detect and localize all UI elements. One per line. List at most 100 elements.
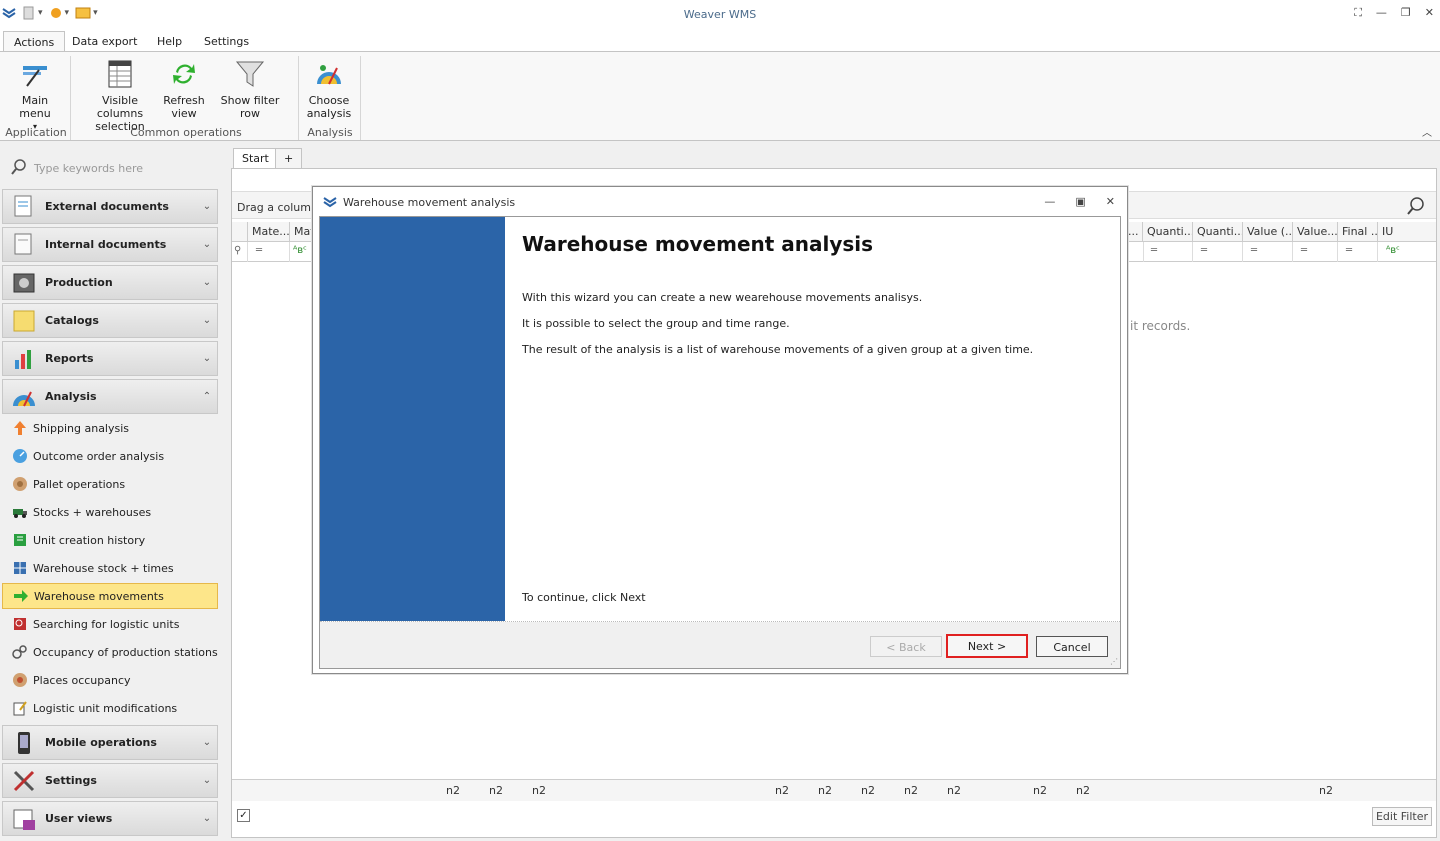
edit-filter-button[interactable]: Edit Filter <box>1371 807 1432 826</box>
sidebar-search[interactable]: Type keywords here <box>10 158 210 178</box>
app-title: Weaver WMS <box>683 8 757 21</box>
book-icon <box>14 534 26 546</box>
refresh-view-label: Refresh view <box>163 94 205 120</box>
column-header[interactable]: Mate... <box>248 222 290 242</box>
tab-start[interactable]: Start <box>233 148 278 169</box>
filter-equals-icon[interactable]: ═ <box>1193 242 1243 262</box>
dialog-title: Warehouse movement analysis <box>343 195 516 209</box>
sidebar-group-settings[interactable]: Settings ⌄ <box>2 763 218 798</box>
main-menu-button[interactable]: Main menu ▾ <box>6 58 64 133</box>
places-icon <box>13 673 27 687</box>
tab-add[interactable]: + <box>275 148 303 169</box>
sidebar-group-reports[interactable]: Reports ⌄ <box>2 341 218 376</box>
no-records-message: it records. <box>1130 319 1191 333</box>
cancel-button[interactable]: Cancel <box>1036 636 1108 657</box>
sidebar-group-production[interactable]: Production ⌄ <box>2 265 218 300</box>
filter-equals-icon[interactable]: ═ <box>1338 242 1378 262</box>
next-button[interactable]: Next > <box>946 634 1028 658</box>
show-filter-row-label: Show filter row <box>220 94 280 120</box>
refresh-icon <box>168 58 200 90</box>
sidebar-group-catalogs[interactable]: Catalogs ⌄ <box>2 303 218 338</box>
ribbon-separator <box>298 56 299 140</box>
refresh-view-button[interactable]: Refresh view <box>162 58 206 120</box>
minimize-icon[interactable]: — <box>1044 195 1055 208</box>
column-header[interactable]: Mat <box>290 222 312 242</box>
sidebar-item-occupancy-production-stations[interactable]: Occupancy of production stations <box>2 639 218 665</box>
filter-cell[interactable] <box>1127 242 1144 262</box>
sidebar-item-searching-logistic-units[interactable]: Searching for logistic units <box>2 611 218 637</box>
tab-settings[interactable]: Settings <box>194 31 259 52</box>
navigation-sidebar: Type keywords here External documents ⌄ … <box>0 142 222 841</box>
sidebar-group-label: Mobile operations <box>45 736 157 749</box>
filter-text-icon[interactable]: ᴬʙᶜ <box>290 242 312 262</box>
footer-summary: n2 <box>947 784 961 797</box>
filter-equals-icon[interactable]: ═ <box>1143 242 1193 262</box>
sidebar-item-outcome-order-analysis[interactable]: Outcome order analysis <box>2 443 218 469</box>
wizard-content: Warehouse movement analysis With this wi… <box>505 217 1120 621</box>
sidebar-group-internal-documents[interactable]: Internal documents ⌄ <box>2 227 218 262</box>
footer-summary: n2 <box>1319 784 1333 797</box>
sidebar-item-logistic-unit-modifications[interactable]: Logistic unit modifications <box>2 695 218 721</box>
grid-search-icon[interactable] <box>1406 196 1426 219</box>
tab-data-export[interactable]: Data export <box>62 31 147 52</box>
tab-help[interactable]: Help <box>147 31 192 52</box>
main-menu-icon <box>19 58 51 90</box>
sidebar-group-user-views[interactable]: User views ⌄ <box>2 801 218 836</box>
wizard-description-line: It is possible to select the group and t… <box>522 317 790 330</box>
wizard-heading: Warehouse movement analysis <box>522 232 874 256</box>
dialog-footer: < Back Next > Cancel ⋰ <box>320 622 1120 668</box>
sidebar-group-analysis[interactable]: Analysis ⌃ <box>2 379 218 414</box>
tab-actions[interactable]: Actions <box>3 31 66 52</box>
sidebar-item-label: Unit creation history <box>33 533 146 547</box>
footer-summary: n2 <box>861 784 875 797</box>
gears-icon <box>12 645 27 659</box>
sidebar-group-label: User views <box>45 812 113 825</box>
production-machine-icon <box>13 273 35 292</box>
sidebar-item-shipping-analysis[interactable]: Shipping analysis <box>2 415 218 441</box>
filter-equals-icon[interactable]: ═ <box>1243 242 1293 262</box>
sidebar-item-unit-creation-history[interactable]: Unit creation history <box>2 527 218 553</box>
column-header[interactable]: Quanti... <box>1193 222 1243 242</box>
analysis-chart-icon <box>313 58 345 90</box>
column-header[interactable]: Quanti... <box>1143 222 1193 242</box>
grid-footer: n2 n2 n2 n2 n2 n2 n2 n2 n2 n2 n2 <box>232 779 1436 801</box>
column-header[interactable]: IU <box>1378 222 1436 242</box>
sidebar-item-places-occupancy[interactable]: Places occupancy <box>2 667 218 693</box>
chevron-down-icon: ⌄ <box>202 737 212 748</box>
ribbon: Main menu ▾ Application Visible columns … <box>0 51 1440 141</box>
search-input-placeholder[interactable]: Type keywords here <box>34 162 143 175</box>
show-filter-row-button[interactable]: Show filter row <box>212 58 288 120</box>
sidebar-item-label: Warehouse stock + times <box>33 561 174 575</box>
column-header[interactable]: Final ... <box>1338 222 1378 242</box>
sidebar-item-label: Searching for logistic units <box>33 617 180 631</box>
chevron-down-icon: ⌄ <box>202 201 212 212</box>
back-button[interactable]: < Back <box>870 636 942 657</box>
ribbon-tabs: Actions Data export Help Settings <box>0 30 1440 52</box>
filter-equals-icon[interactable]: ═ <box>1293 242 1338 262</box>
sidebar-item-warehouse-movements[interactable]: Warehouse movements <box>2 583 218 609</box>
sidebar-item-stocks-warehouses[interactable]: Stocks + warehouses <box>2 499 218 525</box>
filter-text-icon[interactable]: ᴬʙᶜ <box>1378 242 1436 262</box>
minimize-icon[interactable]: — <box>1376 6 1387 20</box>
close-icon[interactable]: ✕ <box>1425 6 1434 20</box>
column-header[interactable]: ... <box>1127 222 1143 242</box>
restore-icon[interactable]: ❐ <box>1401 6 1411 20</box>
column-header[interactable]: Value... <box>1293 222 1338 242</box>
filter-enabled-checkbox[interactable]: ✓ <box>237 809 250 822</box>
column-header[interactable]: Value (... <box>1243 222 1293 242</box>
choose-analysis-button[interactable]: Choose analysis <box>302 58 356 120</box>
collapse-ribbon-icon[interactable]: ︿ <box>1422 124 1432 139</box>
sidebar-item-label: Logistic unit modifications <box>33 701 178 715</box>
close-icon[interactable]: ✕ <box>1106 195 1115 208</box>
visible-columns-button[interactable]: Visible columns selection <box>80 58 160 133</box>
sidebar-item-pallet-operations[interactable]: Pallet operations <box>2 471 218 497</box>
fullscreen-icon[interactable]: ⛶ <box>1354 6 1362 20</box>
filter-equals-icon[interactable]: ═ <box>248 242 290 262</box>
resize-grip-icon[interactable]: ⋰ <box>1110 657 1118 666</box>
catalogs-folder-icon <box>13 310 35 331</box>
maximize-icon[interactable]: ▣ <box>1075 195 1085 208</box>
sidebar-item-warehouse-stock-times[interactable]: Warehouse stock + times <box>2 555 218 581</box>
sidebar-group-external-documents[interactable]: External documents ⌄ <box>2 189 218 224</box>
sidebar-group-mobile-operations[interactable]: Mobile operations ⌄ <box>2 725 218 760</box>
row-indicator-header <box>232 222 248 242</box>
